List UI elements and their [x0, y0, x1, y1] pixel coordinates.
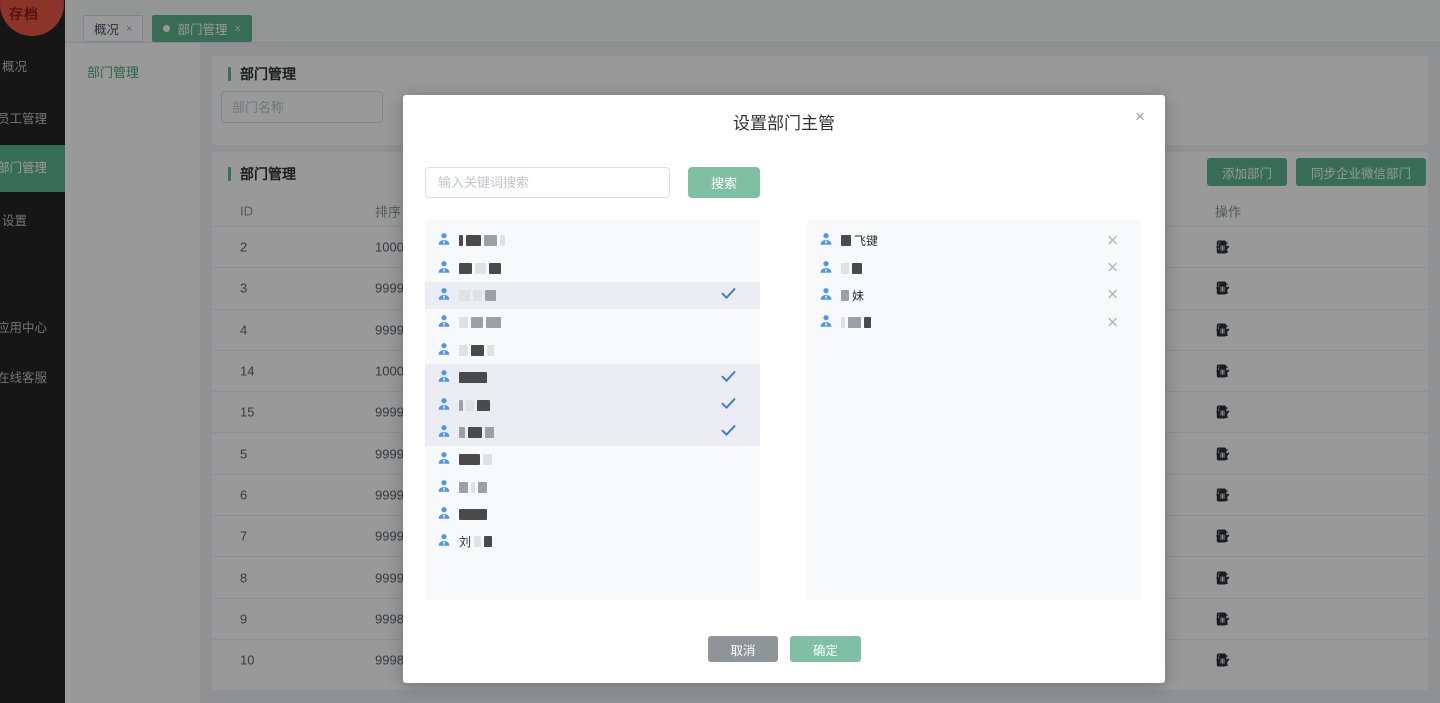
person-icon [819, 232, 833, 249]
person-icon [819, 260, 833, 277]
censored-name-block [471, 317, 483, 329]
candidate-member-row[interactable] [425, 418, 760, 447]
censored-name-block [484, 536, 493, 548]
candidate-member-row[interactable] [425, 309, 760, 336]
censored-name-block [841, 289, 849, 301]
person-icon [437, 342, 451, 359]
censored-name-block [466, 235, 481, 247]
censored-name-block [841, 317, 845, 329]
confirm-button[interactable]: 确定 [790, 636, 861, 662]
person-icon [437, 533, 451, 550]
member-candidate-list: 刘 [425, 220, 760, 600]
censored-name-block [478, 481, 487, 493]
censored-name-block [486, 317, 501, 329]
remove-member-icon[interactable]: ✕ [1106, 261, 1119, 276]
remove-member-icon[interactable]: ✕ [1106, 288, 1119, 303]
person-icon [437, 260, 451, 277]
censored-name-block [487, 344, 494, 356]
candidate-member-row[interactable]: 刘 [425, 528, 760, 555]
censored-name-block [459, 262, 472, 274]
search-button[interactable]: 搜索 [688, 167, 760, 198]
person-icon [437, 397, 451, 414]
modal-title: 设置部门主管 [733, 114, 835, 133]
person-icon [437, 451, 451, 468]
remove-member-icon[interactable]: ✕ [1106, 233, 1119, 248]
cancel-button[interactable]: 取消 [708, 636, 778, 662]
censored-name-block [471, 481, 475, 493]
person-icon [437, 369, 451, 386]
candidate-member-row[interactable] [425, 363, 760, 392]
censored-name-block [459, 235, 463, 247]
selected-member-row: 妹 ✕ [807, 282, 1141, 309]
member-name-text: 妹 [852, 288, 865, 303]
censored-name-block [459, 509, 487, 521]
candidate-member-row[interactable] [425, 474, 760, 501]
censored-name-block [848, 317, 861, 329]
censored-name-block [484, 235, 497, 247]
censored-name-block [477, 399, 490, 411]
censored-name-block [489, 262, 501, 274]
selected-member-row: ✕ [807, 254, 1141, 281]
person-icon [437, 506, 451, 523]
person-icon [437, 479, 451, 496]
censored-name-block [471, 344, 484, 356]
close-icon[interactable]: × [1135, 108, 1145, 125]
censored-name-block [459, 317, 468, 329]
candidate-member-row[interactable] [425, 337, 760, 364]
censored-name-block [474, 536, 482, 548]
check-icon [721, 288, 736, 303]
censored-name-block [841, 262, 849, 274]
keyword-search-input[interactable] [425, 167, 670, 198]
censored-name-block [466, 399, 474, 411]
person-icon [819, 287, 833, 304]
censored-name-block [485, 426, 494, 438]
censored-name-block [468, 426, 482, 438]
app-root: 存档 概况 员工管理 部门管理 设置 应用中心 在线客服 概况 × 部门管理 × 部门管理 部门… [0, 0, 1440, 703]
censored-name-block [864, 317, 871, 329]
censored-name-block [459, 426, 465, 438]
selected-manager-list: 飞键 ✕ ✕ 妹 ✕ ✕ [807, 220, 1141, 600]
modal-footer: 取消 确定 [403, 636, 1165, 666]
censored-name-block [459, 454, 480, 466]
person-icon [819, 314, 833, 331]
censored-name-block [473, 289, 482, 301]
censored-name-block [459, 289, 470, 301]
candidate-member-row[interactable] [425, 227, 760, 254]
censored-name-block [483, 454, 492, 466]
person-icon [437, 314, 451, 331]
censored-name-block [459, 399, 463, 411]
check-icon [721, 425, 736, 440]
censored-name-block [459, 372, 487, 384]
censored-name-block [459, 481, 468, 493]
remove-member-icon[interactable]: ✕ [1106, 315, 1119, 330]
candidate-member-row[interactable] [425, 446, 760, 473]
censored-name-block [500, 235, 505, 247]
candidate-member-row[interactable] [425, 281, 760, 310]
censored-name-block [841, 235, 851, 247]
candidate-member-row[interactable] [425, 391, 760, 419]
censored-name-block [485, 289, 496, 301]
person-icon [437, 424, 451, 441]
check-icon [721, 398, 736, 413]
check-icon [721, 370, 736, 385]
member-name-text: 飞键 [854, 234, 879, 249]
set-department-manager-modal: 设置部门主管 × 搜索 刘 飞键✕✕妹✕✕ 取消 确定 [403, 95, 1165, 683]
candidate-member-row[interactable] [425, 501, 760, 528]
selected-member-row: 飞键 ✕ [807, 227, 1141, 254]
censored-name-block [459, 344, 468, 356]
person-icon [437, 287, 451, 304]
member-name-text: 刘 [459, 535, 472, 550]
censored-name-block [475, 262, 486, 274]
person-icon [437, 232, 451, 249]
candidate-member-row[interactable] [425, 254, 760, 281]
censored-name-block [852, 262, 862, 274]
selected-member-row: ✕ [807, 309, 1141, 336]
